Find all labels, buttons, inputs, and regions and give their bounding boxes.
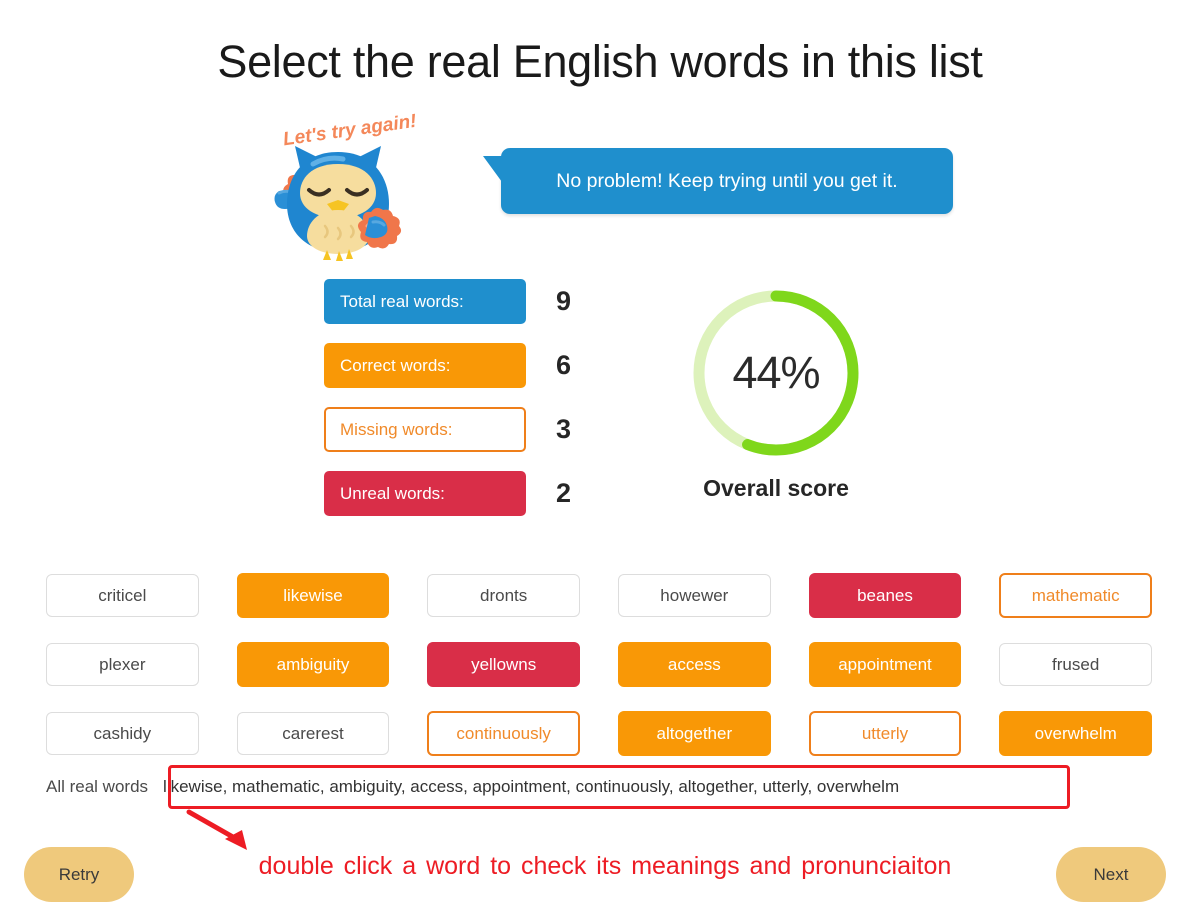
word-chip-yellowns[interactable]: yellowns — [427, 642, 580, 687]
stat-chip-missing-words: Missing words: — [324, 407, 526, 452]
stat-chip-total-real-words: Total real words: — [324, 279, 526, 324]
word-grid-cell: access — [618, 630, 771, 699]
word-chip-appointment[interactable]: appointment — [808, 642, 962, 687]
word-chip-beanes[interactable]: beanes — [808, 573, 962, 618]
all-real-words-value: likewise, mathematic, ambiguity, access,… — [163, 777, 900, 796]
stat-value: 9 — [556, 286, 572, 316]
mascot: Let's try again! — [243, 112, 443, 261]
word-chip-overwhelm[interactable]: overwhelm — [999, 711, 1152, 756]
feedback-message: No problem! Keep trying until you get it… — [556, 169, 898, 192]
word-chip-howewer[interactable]: howewer — [618, 574, 771, 617]
word-grid-cell: altogether — [618, 699, 771, 768]
word-chip-frused[interactable]: frused — [999, 643, 1152, 686]
score-ring: 44% — [688, 285, 864, 461]
word-chip-plexer[interactable]: plexer — [46, 643, 199, 686]
stat-row: Missing words: 3 — [324, 407, 604, 452]
stat-label: Total real words: — [340, 291, 464, 311]
word-grid-cell: utterly — [808, 699, 962, 768]
page-title: Select the real English words in this li… — [217, 36, 983, 87]
word-grid-cell: criticel — [46, 561, 199, 630]
word-grid-cell: yellowns — [427, 630, 580, 699]
word-chip-dronts[interactable]: dronts — [427, 574, 580, 617]
word-grid-cell: howewer — [618, 561, 771, 630]
word-grid-cell: likewise — [236, 561, 390, 630]
word-chip-access[interactable]: access — [618, 642, 771, 687]
word-grid-cell: frused — [999, 630, 1152, 699]
feedback-bubble: No problem! Keep trying until you get it… — [483, 148, 953, 214]
word-chip-continuously[interactable]: continuously — [427, 711, 580, 756]
word-chip-cashidy[interactable]: cashidy — [46, 712, 199, 755]
word-grid-cell: dronts — [427, 561, 580, 630]
score-label: Overall score — [703, 475, 849, 501]
word-chip-likewise[interactable]: likewise — [236, 573, 390, 618]
stat-row: Unreal words: 2 — [324, 471, 604, 516]
word-grid-cell: carerest — [236, 699, 390, 768]
word-chip-mathematic[interactable]: mathematic — [999, 573, 1152, 618]
stat-label: Missing words: — [340, 419, 453, 439]
stat-label: Unreal words: — [340, 483, 445, 503]
word-grid-cell: mathematic — [999, 561, 1152, 630]
stat-label: Correct words: — [340, 355, 451, 375]
retry-button[interactable]: Retry — [24, 847, 134, 902]
word-grid-cell: ambiguity — [236, 630, 390, 699]
word-chip-utterly[interactable]: utterly — [808, 711, 962, 756]
score-percent: 44% — [732, 347, 820, 398]
stat-chip-unreal-words: Unreal words: — [324, 471, 526, 516]
next-button[interactable]: Next — [1056, 847, 1166, 902]
all-real-words-row: All real words likewise, mathematic, amb… — [46, 768, 1156, 806]
word-chip-carerest[interactable]: carerest — [236, 712, 390, 755]
word-grid: criticel likewise dronts howewer beanes mathe… — [46, 561, 1152, 768]
overall-score: 44% Overall score — [688, 285, 868, 502]
word-chip-ambiguity[interactable]: ambiguity — [236, 642, 390, 687]
word-chip-criticel[interactable]: criticel — [46, 574, 199, 617]
annotation-text: double click a word to check its meaning… — [258, 852, 952, 880]
stat-row: Correct words: 6 — [324, 343, 604, 388]
stat-value: 2 — [556, 478, 572, 508]
annotation-arrow-icon — [186, 809, 247, 850]
word-grid-cell: overwhelm — [999, 699, 1152, 768]
stat-chip-correct-words: Correct words: — [324, 343, 526, 388]
owl-cheerleader-icon — [274, 146, 402, 261]
word-grid-cell: plexer — [46, 630, 199, 699]
word-grid-cell: beanes — [808, 561, 962, 630]
word-grid-cell: cashidy — [46, 699, 199, 768]
word-grid-cell: continuously — [427, 699, 580, 768]
word-grid-cell: appointment — [808, 630, 962, 699]
all-real-words-label: All real words — [46, 777, 149, 796]
stat-row: Total real words: 9 — [324, 279, 604, 324]
stats-panel: Total real words: 9 Correct words: 6 Mis… — [324, 279, 604, 535]
stat-value: 3 — [556, 414, 572, 444]
word-chip-altogether[interactable]: altogether — [618, 711, 771, 756]
stat-value: 6 — [556, 350, 572, 380]
bubble-tail-icon — [483, 156, 502, 182]
